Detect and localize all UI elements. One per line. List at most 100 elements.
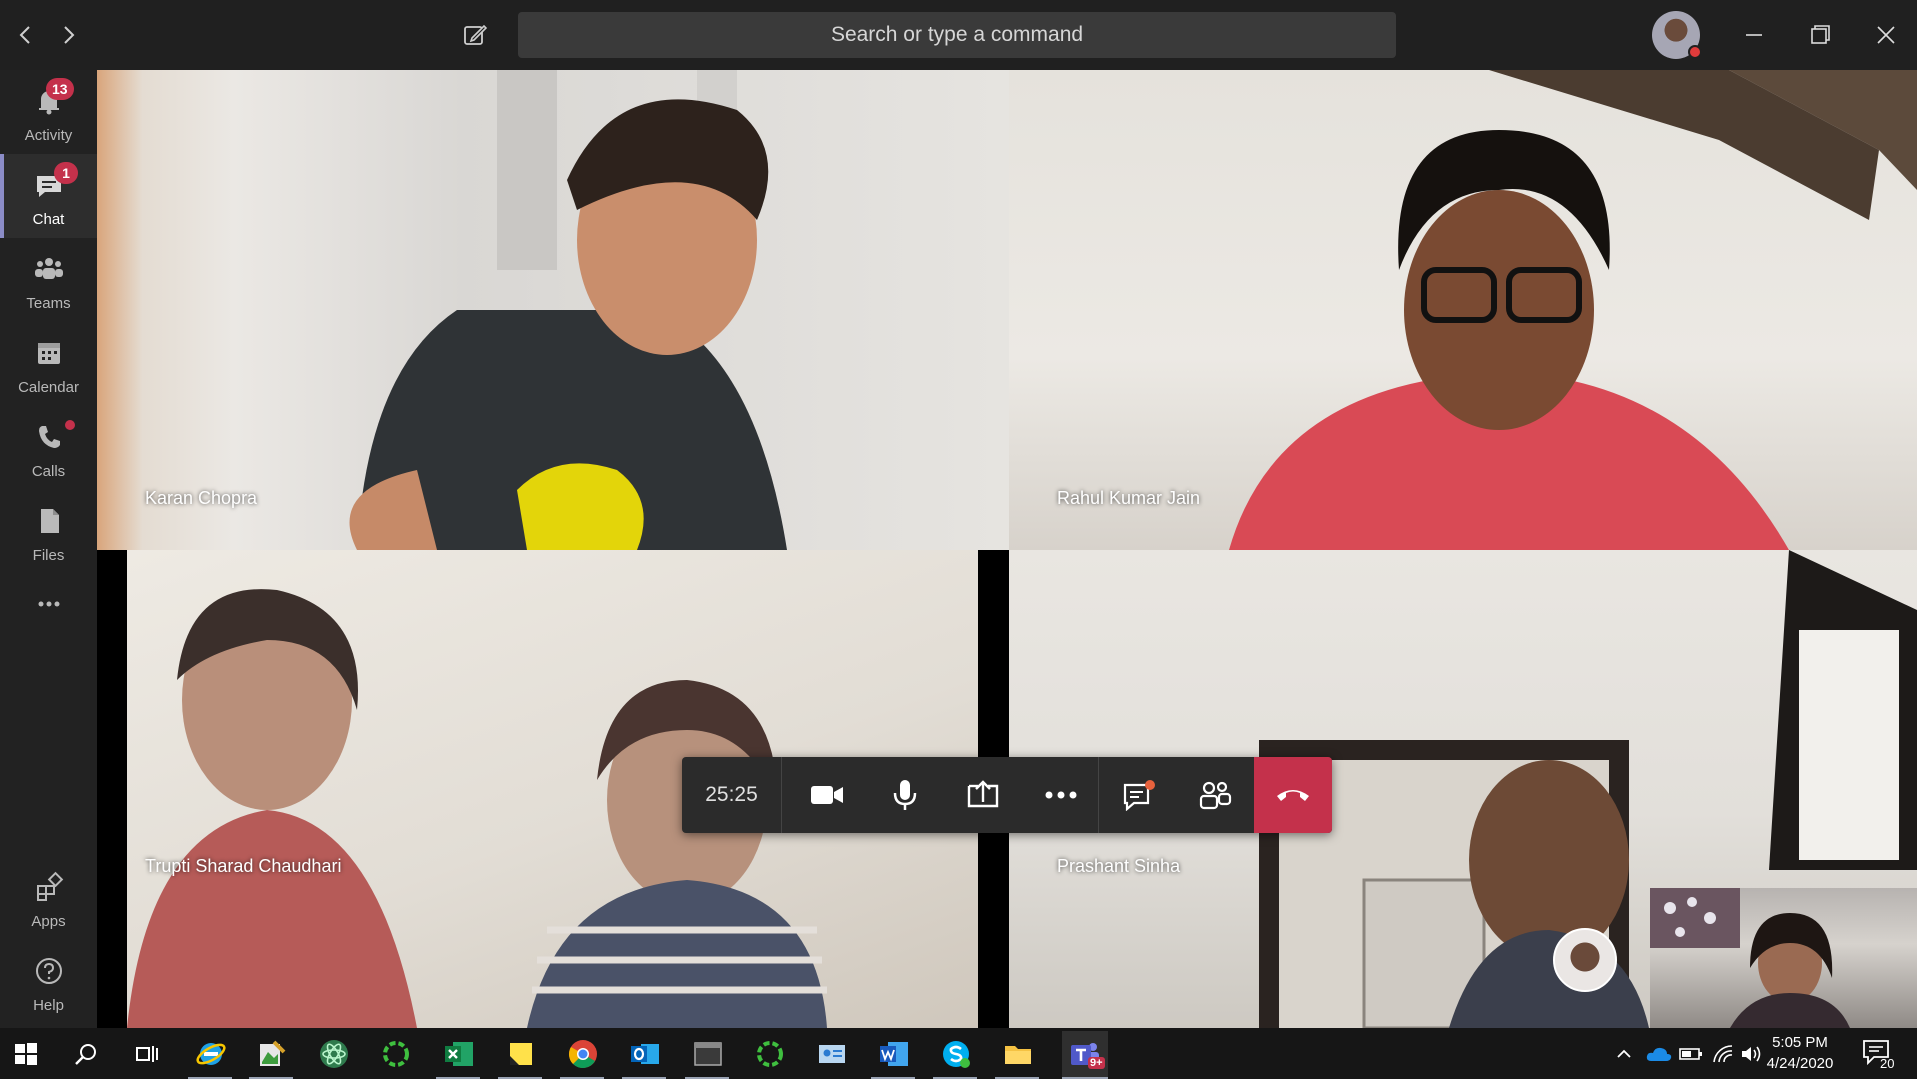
app-bar: 13 Activity 1 Chat Teams Calendar Calls … xyxy=(0,70,97,1028)
participant-name: Trupti Sharad Chaudhari xyxy=(145,856,342,876)
rail-item-calendar[interactable]: Calendar xyxy=(0,322,97,406)
show-participants-button[interactable] xyxy=(1176,757,1254,833)
chat-badge: 1 xyxy=(54,162,78,184)
participant-name: Karan Chopra xyxy=(145,488,258,508)
paint-icon xyxy=(260,1040,286,1066)
title-bar: Search or type a command xyxy=(0,0,1917,70)
chevron-left-icon xyxy=(19,26,30,44)
participant-name: Rahul Kumar Jain xyxy=(1057,488,1201,508)
word-icon xyxy=(880,1042,908,1066)
rail-item-teams[interactable]: Teams xyxy=(0,238,97,322)
taskbar-app-teams[interactable]: 9+ xyxy=(1062,1031,1108,1077)
more-actions-button[interactable] xyxy=(1022,757,1100,833)
taskbar-app-chrome[interactable] xyxy=(565,1036,601,1072)
folder-icon xyxy=(1005,1046,1031,1064)
rail-label: Activity xyxy=(24,127,73,144)
share-screen-button[interactable] xyxy=(944,757,1022,833)
taskbar-app-excel[interactable] xyxy=(441,1036,477,1072)
teams-icon xyxy=(34,258,63,279)
sticky-notes-icon xyxy=(510,1043,532,1065)
skype-icon xyxy=(943,1041,970,1068)
taskbar-app-file-explorer[interactable] xyxy=(1000,1036,1036,1072)
restore-button[interactable] xyxy=(1802,17,1838,53)
forward-button[interactable] xyxy=(54,20,84,50)
taskbar-app-terminal[interactable] xyxy=(690,1036,726,1072)
wifi-button[interactable] xyxy=(1708,1036,1738,1072)
cloud-icon xyxy=(1646,1047,1672,1061)
close-button[interactable] xyxy=(1868,17,1904,53)
back-button[interactable] xyxy=(10,20,40,50)
task-view-icon xyxy=(136,1046,158,1062)
more-apps-button[interactable] xyxy=(0,580,97,630)
camera-icon xyxy=(811,786,843,804)
taskbar-app-loader-2[interactable] xyxy=(752,1036,788,1072)
terminal-icon xyxy=(694,1042,722,1066)
taskbar-app-paint[interactable] xyxy=(254,1036,290,1072)
avatar[interactable] xyxy=(1652,11,1702,59)
rail-item-chat[interactable]: 1 Chat xyxy=(0,154,97,238)
participants-icon xyxy=(1199,781,1232,810)
taskbar-app-word[interactable] xyxy=(876,1036,912,1072)
camera-toggle-button[interactable] xyxy=(788,757,866,833)
minimize-button[interactable] xyxy=(1736,17,1772,53)
video-tile[interactable]: Karan Chopra xyxy=(97,70,1009,550)
taskbar-app-contacts[interactable] xyxy=(814,1036,850,1072)
windows-logo-icon xyxy=(15,1043,37,1065)
rail-label: Chat xyxy=(32,211,65,228)
calendar-icon xyxy=(37,343,60,364)
call-timer: 25:25 xyxy=(682,757,782,833)
teams-badge: 9+ xyxy=(1088,1057,1105,1069)
rail-item-activity[interactable]: 13 Activity xyxy=(0,70,97,154)
presence-busy-icon xyxy=(1688,45,1702,59)
call-control-bar: 25:25 xyxy=(682,757,1332,833)
chevron-up-icon xyxy=(1617,1049,1631,1058)
participant-video xyxy=(1229,70,1917,550)
battery-button[interactable] xyxy=(1676,1036,1706,1072)
new-chat-button[interactable] xyxy=(460,20,490,50)
microphone-toggle-button[interactable] xyxy=(866,757,944,833)
hang-up-icon xyxy=(1277,790,1309,801)
outlook-icon xyxy=(631,1044,659,1064)
internet-explorer-icon xyxy=(196,1043,226,1065)
notification-count: 20 xyxy=(1880,1056,1895,1071)
taskbar-app-internet-explorer[interactable] xyxy=(193,1036,229,1072)
taskbar-app-skype[interactable] xyxy=(938,1036,974,1072)
rail-label: Calendar xyxy=(18,379,79,396)
taskbar-app-atom[interactable] xyxy=(316,1036,352,1072)
clock-date: 4/24/2020 xyxy=(1766,1055,1834,1072)
show-hidden-icons-button[interactable] xyxy=(1612,1036,1636,1072)
rail-item-apps[interactable]: Apps xyxy=(0,856,97,940)
rail-item-calls[interactable]: Calls xyxy=(0,406,97,490)
more-actions-icon xyxy=(1045,791,1077,799)
atom-icon xyxy=(320,1040,348,1068)
ellipsis-icon xyxy=(38,601,59,607)
video-tile[interactable]: Rahul Kumar Jain xyxy=(1009,70,1917,550)
show-conversation-button[interactable] xyxy=(1100,757,1178,833)
search-icon xyxy=(75,1044,96,1065)
self-video xyxy=(1650,888,1850,1028)
taskbar-app-sticky-notes[interactable] xyxy=(503,1036,539,1072)
rail-item-files[interactable]: Files xyxy=(0,490,97,574)
chrome-icon xyxy=(569,1040,597,1069)
avatar xyxy=(1553,928,1617,992)
onedrive-button[interactable] xyxy=(1644,1036,1674,1072)
minimize-icon xyxy=(1746,34,1762,36)
start-button[interactable] xyxy=(8,1036,44,1072)
clock-time: 5:05 PM xyxy=(1772,1034,1828,1051)
self-video-preview[interactable] xyxy=(1650,888,1917,1028)
taskbar-app-outlook[interactable] xyxy=(627,1036,663,1072)
id-card-icon xyxy=(819,1045,845,1063)
circular-arrows-icon xyxy=(383,1041,409,1067)
activity-badge: 13 xyxy=(46,78,74,100)
search-input[interactable]: Search or type a command xyxy=(518,12,1396,58)
system-clock[interactable]: 5:05 PM 4/24/2020 xyxy=(1755,1032,1845,1074)
taskbar-app-loader[interactable] xyxy=(378,1036,414,1072)
task-view-button[interactable] xyxy=(128,1036,164,1072)
chat-icon xyxy=(1123,780,1155,811)
file-icon xyxy=(40,509,59,533)
rail-item-help[interactable]: Help xyxy=(0,940,97,1024)
circular-arrows-icon xyxy=(757,1041,783,1067)
taskbar-search-button[interactable] xyxy=(68,1036,104,1072)
hang-up-button[interactable] xyxy=(1254,757,1332,833)
phone-icon xyxy=(38,426,60,448)
